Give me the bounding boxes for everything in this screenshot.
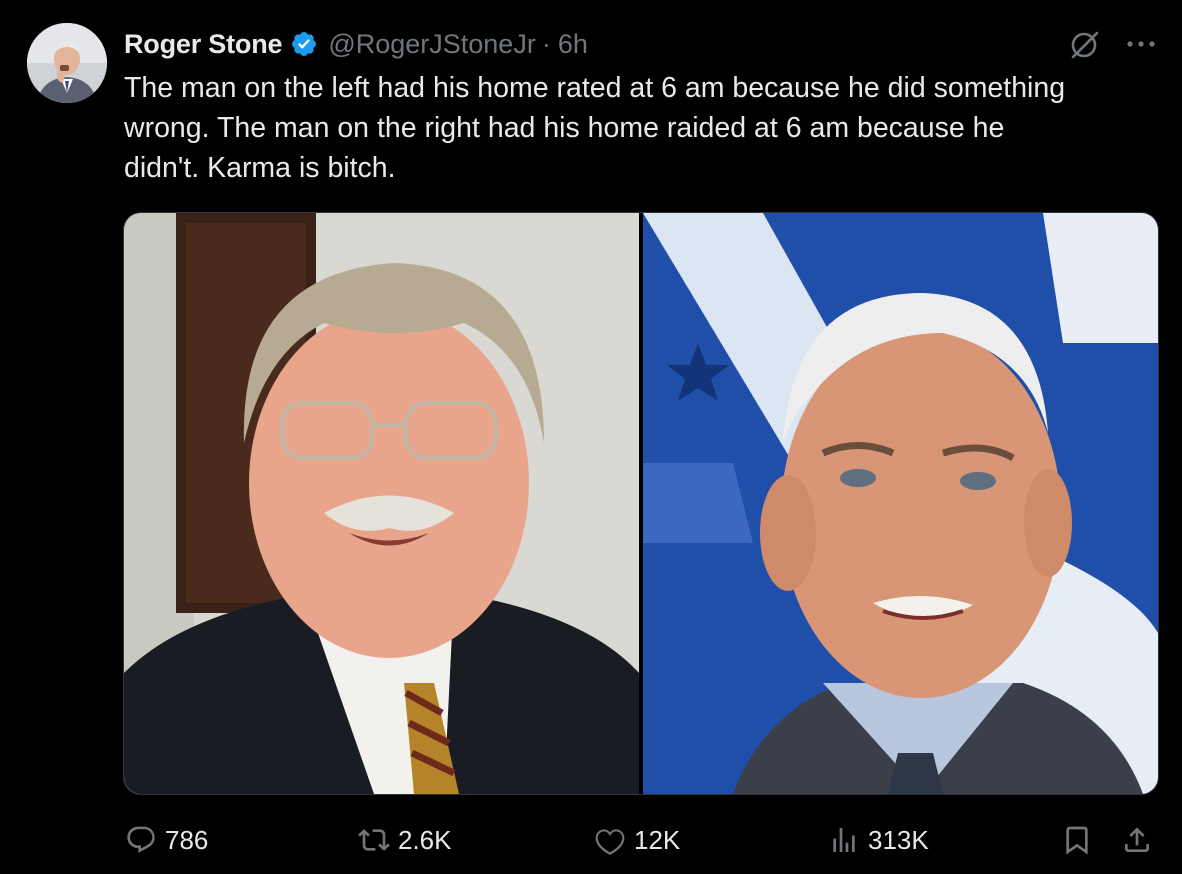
post-time[interactable]: 6h (558, 29, 588, 60)
post: Roger Stone @RogerJStoneJr · 6h The man … (0, 0, 1182, 874)
post-media[interactable] (123, 212, 1159, 795)
reply-count: 786 (165, 824, 209, 855)
like-icon (595, 829, 625, 855)
bookmark-icon (1066, 826, 1088, 855)
post-text: The man on the left had his home rated a… (124, 68, 1154, 188)
media-photo-right[interactable] (643, 213, 1158, 794)
author-name[interactable]: Roger Stone (124, 29, 283, 60)
post-text-line: wrong. The man on the right had his home… (124, 112, 1005, 144)
avatar[interactable] (27, 23, 107, 103)
bookmark-button[interactable] (1061, 818, 1093, 862)
views-button[interactable]: 313K (828, 818, 929, 862)
post-text-line: didn't. Karma is bitch. (124, 152, 396, 184)
avatar-image (27, 23, 107, 103)
share-icon (1125, 827, 1149, 852)
reply-icon (127, 826, 155, 853)
left-portrait-image (124, 213, 639, 794)
views-count: 313K (868, 824, 929, 855)
post-header: Roger Stone @RogerJStoneJr · 6h (124, 26, 588, 62)
repost-count: 2.6K (398, 824, 452, 855)
post-text-line: The man on the left had his home rated a… (124, 72, 1066, 104)
right-portrait-image (643, 213, 1158, 794)
author-handle[interactable]: @RogerJStoneJr (328, 29, 536, 60)
like-count: 12K (634, 824, 681, 855)
action-bar: 786 2.6K 12K 313K (0, 818, 1182, 862)
views-icon (833, 828, 855, 852)
verified-badge-icon (290, 30, 318, 58)
share-button[interactable] (1121, 818, 1153, 862)
grok-icon[interactable] (1068, 27, 1102, 61)
repost-button[interactable]: 2.6K (358, 818, 452, 862)
more-icon[interactable] (1124, 30, 1158, 58)
repost-icon (358, 829, 390, 851)
separator-dot: · (541, 28, 551, 59)
reply-button[interactable]: 786 (125, 818, 208, 862)
media-photo-left[interactable] (124, 213, 639, 794)
like-button[interactable]: 12K (594, 818, 680, 862)
